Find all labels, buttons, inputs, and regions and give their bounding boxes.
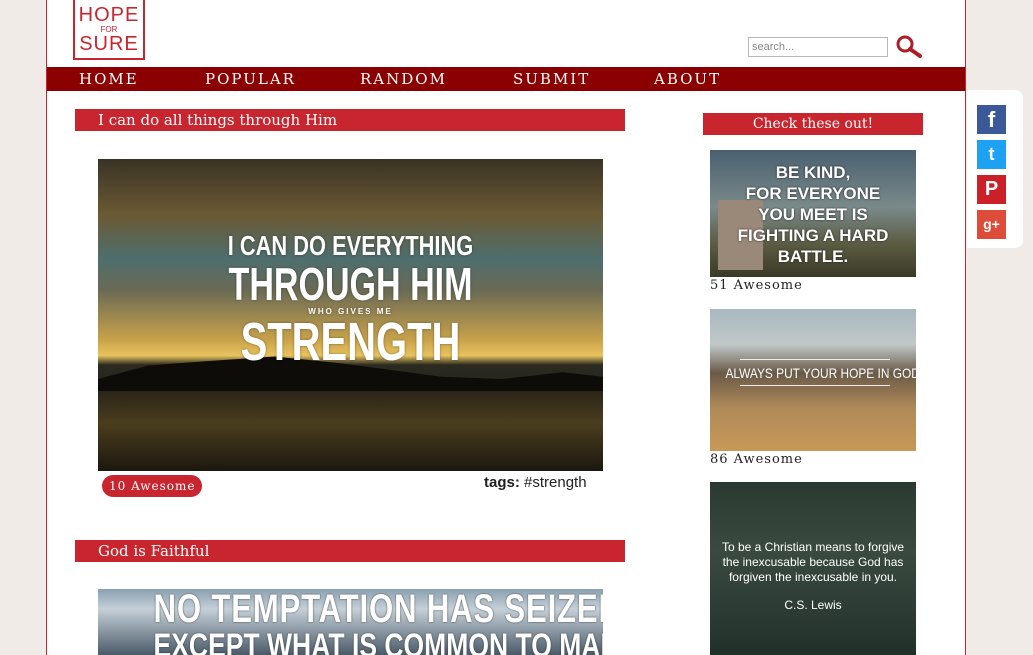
post-title[interactable]: God is Faithful <box>75 540 625 562</box>
main-nav: HOME POPULAR RANDOM SUBMIT ABOUT <box>47 67 965 91</box>
awesome-count[interactable]: 51 Awesome <box>710 278 803 293</box>
quote-line: FIGHTING A HARD <box>737 226 889 245</box>
image-quote: BE KIND, FOR EVERYONE YOU MEET IS FIGHTI… <box>710 162 916 267</box>
divider <box>740 359 890 360</box>
quote-line: STRENGTH <box>240 312 461 372</box>
post-tags: tags: #strength <box>484 474 587 491</box>
nav-about[interactable]: ABOUT <box>654 67 721 91</box>
quote-line: BATTLE. <box>777 247 849 266</box>
awesome-count[interactable]: 86 Awesome <box>710 452 803 467</box>
twitter-icon[interactable]: t <box>977 140 1006 169</box>
quote-line: YOU MEET IS <box>758 205 868 224</box>
sidebar-image[interactable]: BE KIND, FOR EVERYONE YOU MEET IS FIGHTI… <box>710 150 916 277</box>
quote-line: THROUGH HIM <box>228 258 473 310</box>
nav-home[interactable]: HOME <box>79 67 139 91</box>
quote-line: I CAN DO EVERYTHING <box>227 230 474 261</box>
search-icon[interactable] <box>895 34 923 60</box>
facebook-icon[interactable]: f <box>977 105 1006 134</box>
page-container: HOPE FOR SURE HOME POPULAR RANDOM SUBMIT… <box>46 0 966 655</box>
nav-submit[interactable]: SUBMIT <box>513 67 590 91</box>
quote-line: FOR EVERYONE <box>745 184 881 203</box>
tag-link[interactable]: #strength <box>524 474 587 491</box>
divider <box>740 385 890 386</box>
water <box>98 391 603 471</box>
post-title[interactable]: I can do all things through Him <box>75 109 625 131</box>
search-input[interactable] <box>748 37 888 57</box>
sidebar-image[interactable]: To be a Christian means to forgive the i… <box>710 482 916 655</box>
pinterest-icon[interactable]: P <box>977 175 1006 204</box>
logo-word-sure: SURE <box>79 33 139 55</box>
image-quote: ALWAYS PUT YOUR HOPE IN GOD <box>725 365 916 381</box>
site-logo[interactable]: HOPE FOR SURE <box>73 0 145 60</box>
google-plus-icon[interactable]: g+ <box>977 210 1006 239</box>
post-image[interactable]: NO TEMPTATION HAS SEIZED YOU EXCEPT WHAT… <box>98 589 603 655</box>
quote-author: C.S. Lewis <box>784 598 842 612</box>
nav-random[interactable]: RANDOM <box>360 67 447 91</box>
sidebar-title: Check these out! <box>703 113 923 135</box>
image-quote: To be a Christian means to forgive the i… <box>721 540 905 584</box>
image-quote: I CAN DO EVERYTHING THROUGH HIM WHO GIVE… <box>98 230 603 372</box>
social-share-bar: f t P g+ <box>967 90 1023 248</box>
tags-label: tags: <box>484 474 520 491</box>
logo-word-hope: HOPE <box>78 4 140 26</box>
quote-line: NO TEMPTATION HAS SEIZED YOU <box>153 589 603 631</box>
nav-popular[interactable]: POPULAR <box>205 67 296 91</box>
quote-line: BE KIND, <box>775 163 851 182</box>
quote-line: EXCEPT WHAT IS COMMON TO MAN <box>153 627 603 655</box>
sidebar-image[interactable]: ALWAYS PUT YOUR HOPE IN GOD <box>710 309 916 451</box>
post-image[interactable]: I CAN DO EVERYTHING THROUGH HIM WHO GIVE… <box>98 159 603 471</box>
awesome-button[interactable]: 10 Awesome <box>102 475 203 497</box>
